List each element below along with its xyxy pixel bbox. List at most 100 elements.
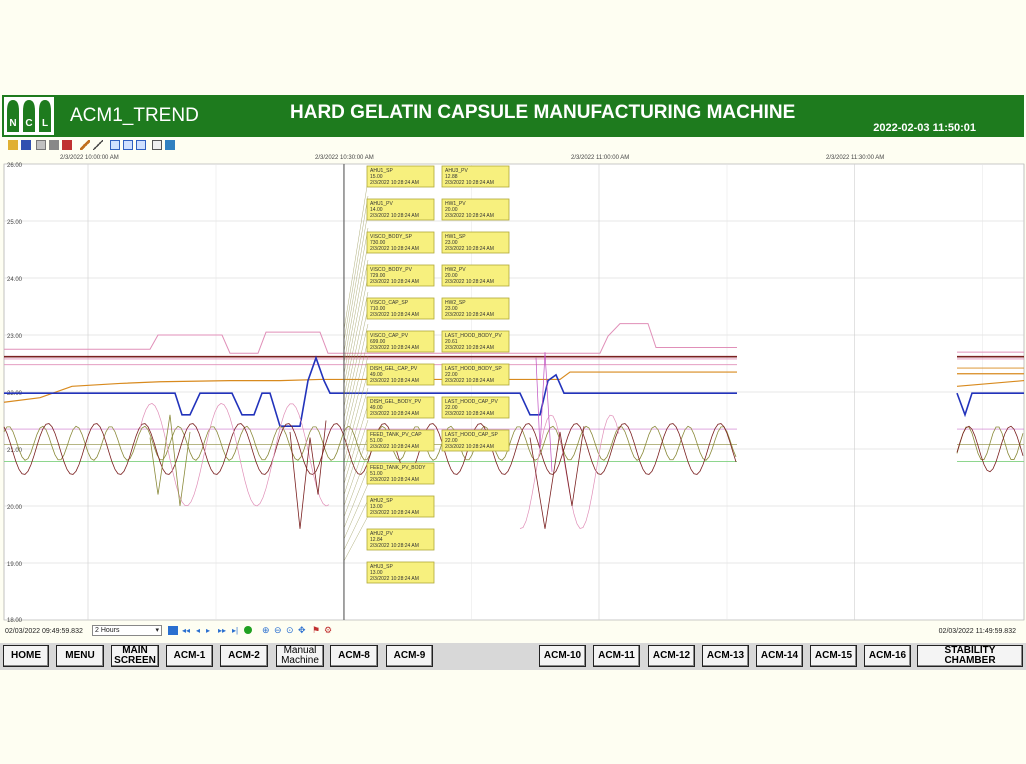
step-back-icon[interactable]: ◂ [196, 626, 200, 635]
y-label: 20.00 [7, 505, 23, 511]
acm-9-button[interactable]: ACM-9 [386, 645, 433, 667]
home-button[interactable]: HOME [3, 645, 49, 667]
pointer-icon[interactable] [123, 140, 133, 150]
cursor-tooltip: AHU2_SP13.002/3/2022 10:28:24 AM [366, 495, 435, 518]
tooltip-time: 2/3/2022 10:28:24 AM [445, 345, 494, 351]
tooltip-time: 2/3/2022 10:28:24 AM [370, 246, 419, 252]
stability-chamber-button[interactable]: STABILITY CHAMBER [917, 645, 1023, 667]
rewind-icon[interactable]: ◂◂ [182, 626, 190, 635]
open-icon[interactable] [8, 140, 18, 150]
line-icon[interactable] [93, 140, 103, 150]
grid-icon[interactable] [152, 140, 162, 150]
cursor-tooltip: HW2_PV20.002/3/2022 10:28:24 AM [441, 264, 510, 287]
acm-16-button[interactable]: ACM-16 [864, 645, 911, 667]
tooltip-time: 2/3/2022 10:28:24 AM [445, 444, 494, 450]
bookmark-icon[interactable]: ⚑ [312, 625, 320, 636]
acm-11-button[interactable]: ACM-11 [593, 645, 640, 667]
current-datetime: 2022-02-03 11:50:01 [873, 122, 976, 134]
scroll-end-icon[interactable]: ▸| [232, 626, 238, 635]
cursor-tooltip: VISCO_BODY_SP730.002/3/2022 10:28:24 AM [366, 231, 435, 254]
cursor-tooltip: LAST_HOOD_BODY_PV20.612/3/2022 10:28:24 … [441, 330, 510, 353]
tooltip-time: 2/3/2022 10:28:24 AM [445, 411, 494, 417]
title-bar: N C L ACM1_TREND HARD GELATIN CAPSULE MA… [2, 95, 1024, 137]
save-icon[interactable] [21, 140, 31, 150]
cursor-tooltip: LAST_HOOD_BODY_SP22.002/3/2022 10:28:24 … [441, 363, 510, 386]
tooltip-time: 2/3/2022 10:28:24 AM [370, 543, 419, 549]
live-icon[interactable] [244, 626, 252, 634]
y-label: 23.00 [7, 334, 23, 340]
tooltip-time: 2/3/2022 10:28:24 AM [370, 279, 419, 285]
pan-icon[interactable]: ✥ [298, 625, 306, 636]
tooltip-time: 2/3/2022 10:28:24 AM [445, 378, 494, 384]
cursor-tooltip: HW2_SP23.002/3/2022 10:28:24 AM [441, 297, 510, 320]
machine-title: HARD GELATIN CAPSULE MANUFACTURING MACHI… [290, 102, 796, 123]
acm-2-button[interactable]: ACM-2 [220, 645, 268, 667]
cursor-tooltip: AHU1_PV14.002/3/2022 10:28:24 AM [366, 198, 435, 221]
forward-icon[interactable]: ▸▸ [218, 626, 226, 635]
duration-value: 2 Hours [95, 627, 120, 634]
scroll-start-icon[interactable] [168, 626, 178, 635]
cursor-tooltip: VISCO_CAP_SP710.002/3/2022 10:28:24 AM [366, 297, 435, 320]
acm-1-button[interactable]: ACM-1 [166, 645, 213, 667]
menu-button[interactable]: MENU [56, 645, 104, 667]
time-label: 2/3/2022 11:00:00 AM [571, 155, 629, 161]
export-icon[interactable] [165, 140, 175, 150]
cursor-tooltip: HW1_PV20.002/3/2022 10:28:24 AM [441, 198, 510, 221]
y-label: 25.00 [7, 220, 23, 226]
tooltip-time: 2/3/2022 10:28:24 AM [370, 345, 419, 351]
screen-title: ACM1_TREND [70, 105, 199, 126]
ncl-logo: N C L [4, 97, 54, 135]
copy-icon[interactable] [36, 140, 46, 150]
zoom-in-icon[interactable]: ⊕ [262, 625, 270, 636]
pen-icon[interactable] [80, 140, 90, 150]
trend-status-bar: 02/03/2022 09:49:59.832 2 Hours ▾ ◂◂ ◂ ▸ … [0, 624, 1026, 641]
tooltip-time: 2/3/2022 10:28:24 AM [445, 246, 494, 252]
svg-text:C: C [25, 118, 32, 129]
cursor-tooltip: AHU1_SP15.002/3/2022 10:28:24 AM [366, 165, 435, 188]
tooltip-time: 2/3/2022 10:28:24 AM [445, 312, 494, 318]
cursor-tooltip: VISCO_CAP_PV699.002/3/2022 10:28:24 AM [366, 330, 435, 353]
tooltip-time: 2/3/2022 10:28:24 AM [370, 477, 419, 483]
select-icon[interactable] [110, 140, 120, 150]
svg-text:N: N [9, 118, 16, 129]
cursor-tooltip: LAST_HOOD_CAP_PV22.002/3/2022 10:28:24 A… [441, 396, 510, 419]
x-axis-labels: 2/3/2022 10:00:00 AM 2/3/2022 10:30:00 A… [60, 155, 884, 161]
main-screen-button[interactable]: MAIN SCREEN [111, 645, 159, 667]
cursor-tooltip: DISH_GEL_CAP_PV49.002/3/2022 10:28:24 AM [366, 363, 435, 386]
print-icon[interactable] [49, 140, 59, 150]
end-time[interactable]: 02/03/2022 11:49:59.832 [939, 628, 1016, 635]
settings-icon[interactable]: ⚙ [324, 625, 332, 636]
tooltip-time: 2/3/2022 10:28:24 AM [445, 180, 494, 186]
zoom-out-icon[interactable]: ⊖ [274, 625, 282, 636]
y-label: 26.00 [7, 163, 23, 169]
cursor-icon[interactable] [136, 140, 146, 150]
cursor-tooltip: FEED_TANK_PV_CAP51.002/3/2022 10:28:24 A… [366, 429, 435, 452]
cursor-tooltip: HW1_SP23.002/3/2022 10:28:24 AM [441, 231, 510, 254]
acm-15-button[interactable]: ACM-15 [810, 645, 857, 667]
tooltip-time: 2/3/2022 10:28:24 AM [370, 411, 419, 417]
zoom-reset-icon[interactable]: ⊙ [286, 625, 294, 636]
acm-10-button[interactable]: ACM-10 [539, 645, 586, 667]
delete-icon[interactable] [62, 140, 72, 150]
cursor-tooltip: LAST_HOOD_CAP_SP22.002/3/2022 10:28:24 A… [441, 429, 510, 452]
svg-text:L: L [42, 118, 48, 129]
tooltip-time: 2/3/2022 10:28:24 AM [370, 576, 419, 582]
duration-select[interactable]: 2 Hours ▾ [92, 625, 162, 636]
tooltip-time: 2/3/2022 10:28:24 AM [370, 444, 419, 450]
start-time[interactable]: 02/03/2022 09:49:59.832 [5, 628, 83, 635]
tooltip-time: 2/3/2022 10:28:24 AM [370, 213, 419, 219]
acm-13-button[interactable]: ACM-13 [702, 645, 749, 667]
step-forward-icon[interactable]: ▸ [206, 626, 210, 635]
time-label: 2/3/2022 10:30:00 AM [315, 155, 374, 161]
cursor-tooltip: AHU2_PV12.842/3/2022 10:28:24 AM [366, 528, 435, 551]
y-label: 24.00 [7, 277, 23, 283]
y-label: 19.00 [7, 562, 23, 568]
navigation-bar: HOME MENU MAIN SCREEN ACM-1 ACM-2 Manual… [0, 643, 1026, 670]
acm-12-button[interactable]: ACM-12 [648, 645, 695, 667]
time-label: 2/3/2022 11:30:00 AM [826, 155, 884, 161]
manual-machine-button[interactable]: Manual Machine [276, 645, 324, 667]
acm-8-button[interactable]: ACM-8 [330, 645, 378, 667]
tooltip-time: 2/3/2022 10:28:24 AM [370, 312, 419, 318]
trend-chart[interactable]: 26.00 25.00 24.00 23.00 22.00 21.00 20.0… [0, 150, 1026, 630]
acm-14-button[interactable]: ACM-14 [756, 645, 803, 667]
